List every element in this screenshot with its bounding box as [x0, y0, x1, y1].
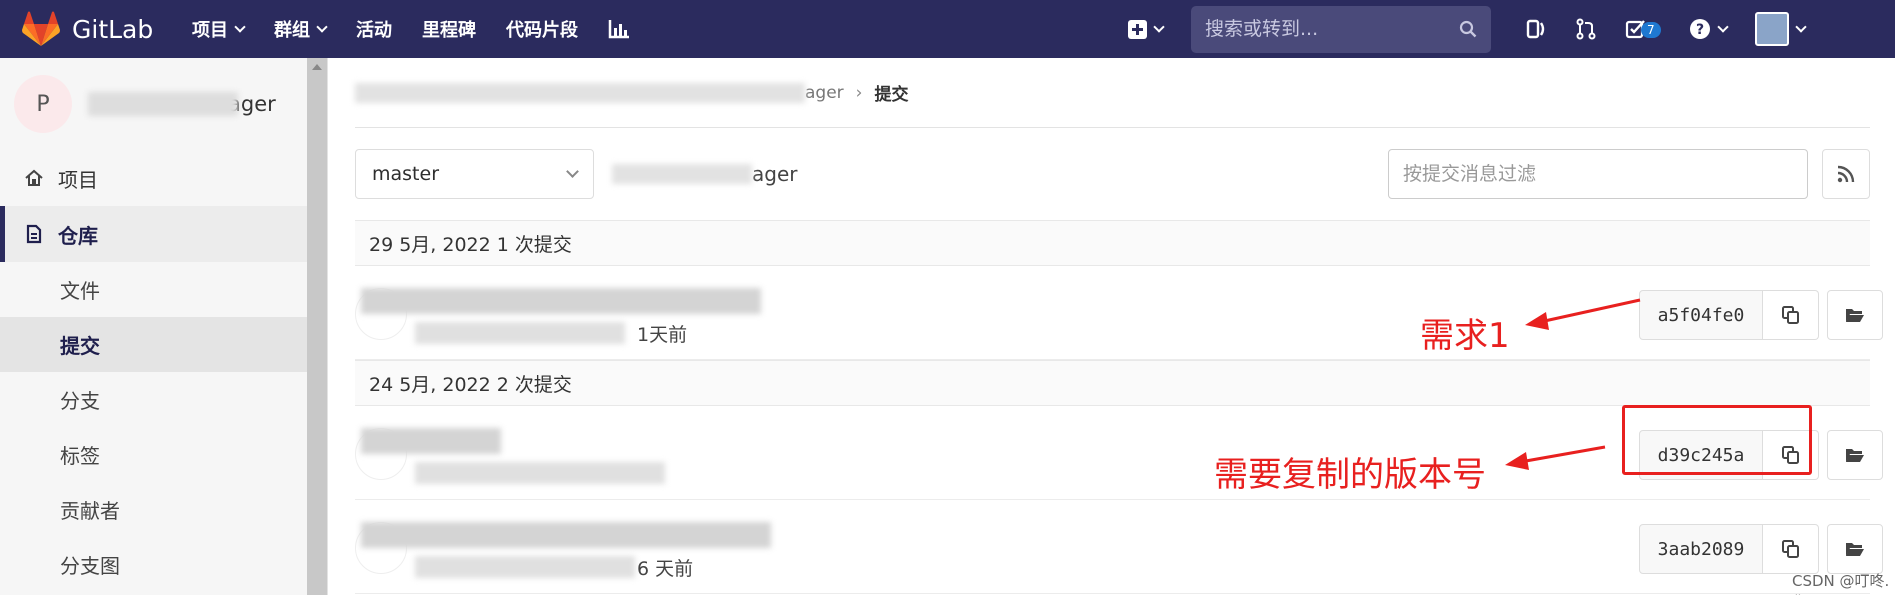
arrow-line — [1539, 298, 1641, 324]
watermark: CSDN @叮咚.你 — [1792, 572, 1890, 595]
arrow-head-icon — [1525, 312, 1549, 330]
arrow-head-icon — [1505, 452, 1529, 470]
annotation-arrows — [1505, 298, 1641, 470]
arrow-line — [1519, 445, 1606, 464]
